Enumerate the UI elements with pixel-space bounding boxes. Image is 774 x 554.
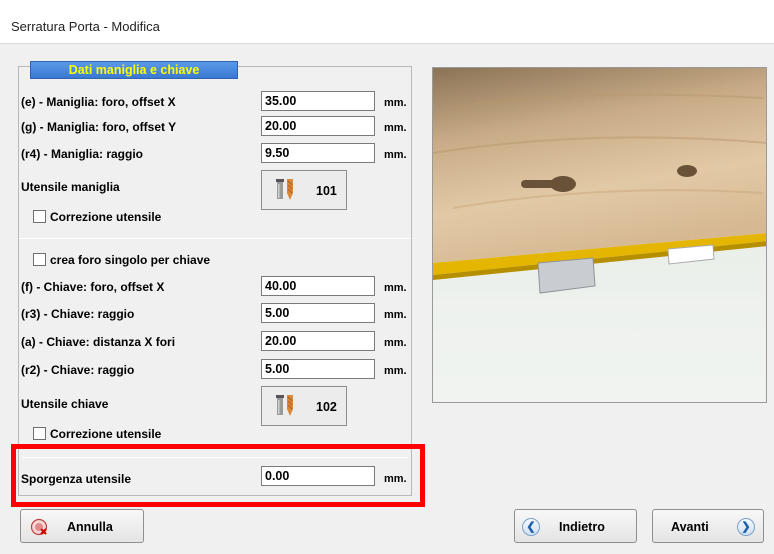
door-preview-image <box>432 67 767 403</box>
key-tool-button[interactable]: 102 <box>261 386 347 426</box>
unit-label: mm. <box>384 365 407 377</box>
key-radius3-label: (r3) - Chiave: raggio <box>21 307 135 321</box>
unit-label: mm. <box>384 309 407 321</box>
unit-label: mm. <box>384 337 407 349</box>
handle-offset-x-input[interactable] <box>261 91 375 111</box>
key-radius3-input[interactable] <box>261 303 375 323</box>
key-offset-x-label: (f) - Chiave: foro, offset X <box>21 280 165 294</box>
handle-tool-button[interactable]: 101 <box>261 170 347 210</box>
cancel-button[interactable]: Annulla <box>20 509 144 543</box>
key-correction-checkbox[interactable] <box>33 427 46 440</box>
next-button[interactable]: Avanti ❯ <box>652 509 764 543</box>
back-button[interactable]: ❮ Indietro <box>514 509 637 543</box>
single-hole-label: crea foro singolo per chiave <box>50 253 211 267</box>
key-tool-label: Utensile chiave <box>21 397 109 411</box>
handle-offset-y-label: (g) - Maniglia: foro, offset Y <box>21 120 177 134</box>
key-tool-number: 102 <box>316 400 337 414</box>
unit-label: mm. <box>384 282 407 294</box>
handle-offset-x-label: (e) - Maniglia: foro, offset X <box>21 95 176 109</box>
cancel-label: Annulla <box>67 520 113 534</box>
title-bar: Serratura Porta - Modifica <box>0 0 774 44</box>
unit-label: mm. <box>384 122 407 134</box>
single-hole-checkbox[interactable] <box>33 253 46 266</box>
section-divider <box>19 238 411 239</box>
next-label: Avanti <box>671 520 709 534</box>
highlight-box <box>11 444 425 507</box>
back-label: Indietro <box>559 520 605 534</box>
unit-label: mm. <box>384 149 407 161</box>
group-header: Dati maniglia e chiave <box>30 61 238 79</box>
handle-tool-label: Utensile maniglia <box>21 180 120 194</box>
key-radius2-label: (r2) - Chiave: raggio <box>21 363 135 377</box>
cancel-icon <box>30 518 48 539</box>
arrow-right-icon: ❯ <box>737 518 755 536</box>
window-title: Serratura Porta - Modifica <box>11 19 160 34</box>
handle-radius-label: (r4) - Maniglia: raggio <box>21 147 144 161</box>
handle-radius-input[interactable] <box>261 143 375 163</box>
key-distance-label: (a) - Chiave: distanza X fori <box>21 335 176 349</box>
key-distance-input[interactable] <box>261 331 375 351</box>
key-correction-label: Correzione utensile <box>50 427 162 441</box>
unit-label: mm. <box>384 97 407 109</box>
handle-offset-y-input[interactable] <box>261 116 375 136</box>
arrow-left-icon: ❮ <box>522 518 540 536</box>
drill-bit-icon <box>274 179 296 204</box>
handle-tool-number: 101 <box>316 184 337 198</box>
handle-correction-label: Correzione utensile <box>50 210 162 224</box>
drill-bit-icon <box>274 395 296 420</box>
key-offset-x-input[interactable] <box>261 276 375 296</box>
key-radius2-input[interactable] <box>261 359 375 379</box>
handle-correction-checkbox[interactable] <box>33 210 46 223</box>
